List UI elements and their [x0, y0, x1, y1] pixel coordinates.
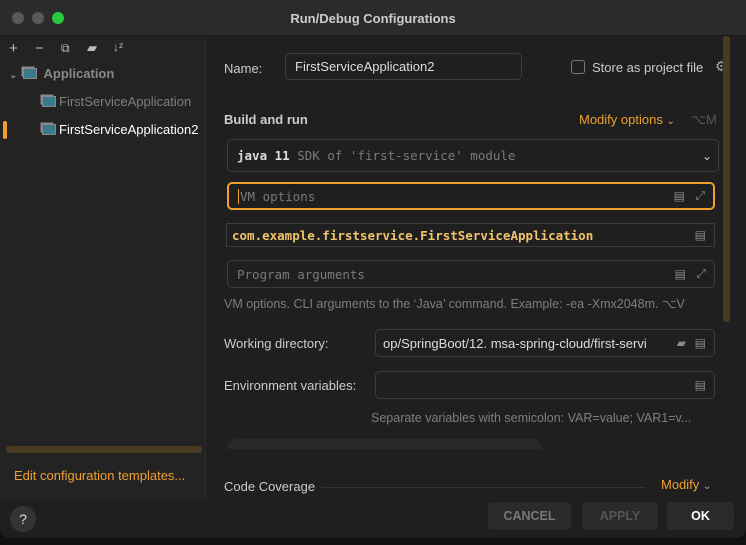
tooltip-remnant — [227, 439, 542, 449]
text-cursor — [238, 188, 239, 204]
document-icon[interactable]: ▤ — [695, 228, 706, 242]
vm-options-placeholder: VM options — [240, 188, 316, 204]
coverage-modify-link[interactable]: Modify ⌄ — [661, 477, 711, 492]
expand-icon[interactable]: ⤢ — [695, 189, 705, 204]
folder-icon[interactable]: ▰ — [677, 336, 686, 350]
tree-group-application[interactable]: ⌄ Application — [0, 61, 206, 87]
application-icon — [23, 68, 38, 79]
horizontal-scrollbar[interactable] — [6, 446, 202, 453]
tree-item[interactable]: FirstServiceApplication — [0, 89, 206, 115]
selection-marker — [3, 121, 7, 139]
chevron-down-icon: ⌄ — [9, 70, 18, 81]
coverage-modify-label: Modify — [661, 477, 700, 492]
environment-variables-label: Environment variables: — [224, 378, 357, 393]
ok-button[interactable]: OK — [667, 502, 734, 530]
section-divider — [321, 487, 645, 488]
working-directory-input[interactable]: op/SpringBoot/12. msa-spring-cloud/first… — [375, 329, 715, 357]
dialog-footer: ? CANCEL APPLY OK — [0, 500, 746, 538]
main-class-value: com.example.firstservice.FirstServiceApp… — [232, 227, 594, 243]
chevron-down-icon: ⌄ — [702, 481, 712, 492]
tree-item-selected[interactable]: FirstServiceApplication2 — [0, 117, 206, 143]
modify-options-link[interactable]: Modify options ⌄ — [579, 112, 675, 127]
program-arguments-input[interactable]: Program arguments ▤ ⤢ — [227, 260, 715, 288]
environment-variables-hint: Separate variables with semicolon: VAR=v… — [371, 411, 692, 425]
document-icon[interactable]: ▤ — [674, 189, 685, 203]
run-debug-dialog: Run/Debug Configurations + − ⧉ ▰ ↓ᶻ ⌄ Ap… — [0, 0, 746, 538]
config-sidebar: + − ⧉ ▰ ↓ᶻ ⌄ Application FirstServiceApp… — [0, 36, 206, 500]
modify-shortcut: ⌥M — [691, 112, 717, 127]
name-label: Name: — [224, 61, 263, 76]
sdk-description: SDK of 'first-service' module — [289, 148, 516, 163]
working-directory-label: Working directory: — [224, 336, 329, 351]
jdk-select[interactable]: java 11 SDK of 'first-service' module ⌄ — [227, 139, 719, 172]
copy-icon[interactable]: ⧉ — [61, 41, 70, 56]
chevron-down-icon: ⌄ — [666, 116, 675, 127]
title-bar: Run/Debug Configurations — [0, 0, 746, 36]
code-coverage-title: Code Coverage — [224, 479, 316, 494]
vertical-scrollbar[interactable] — [723, 36, 730, 322]
new-folder-icon[interactable]: ▰ — [87, 40, 97, 56]
store-project-label[interactable]: Store as project file — [592, 60, 703, 75]
vm-options-hint: VM options. CLI arguments to the ‘Java’ … — [224, 297, 685, 311]
build-run-title: Build and run — [224, 112, 308, 127]
tree-item-label: FirstServiceApplication — [59, 94, 192, 109]
environment-variables-input[interactable]: ▤ — [375, 371, 715, 399]
modify-options-label: Modify options — [579, 112, 663, 127]
tree-item-label: FirstServiceApplication2 — [59, 122, 199, 137]
program-arguments-placeholder: Program arguments — [237, 266, 365, 282]
group-label: Application — [43, 66, 115, 81]
vm-options-input[interactable]: VM options ▤ ⤢ — [227, 182, 715, 210]
main-class-input[interactable]: com.example.firstservice.FirstServiceApp… — [226, 223, 715, 247]
edit-templates-link[interactable]: Edit configuration templates... — [14, 468, 185, 483]
working-directory-value: op/SpringBoot/12. msa-spring-cloud/first… — [383, 335, 647, 351]
name-input[interactable]: FirstServiceApplication2 — [285, 53, 522, 80]
remove-icon[interactable]: − — [35, 40, 44, 57]
chevron-down-icon: ⌄ — [701, 148, 712, 163]
application-icon — [42, 124, 56, 135]
window-title: Run/Debug Configurations — [290, 11, 456, 26]
sort-az-icon[interactable]: ↓ᶻ — [113, 40, 123, 54]
help-button[interactable]: ? — [10, 506, 36, 532]
document-icon[interactable]: ▤ — [675, 267, 686, 281]
add-icon[interactable]: + — [9, 40, 18, 57]
store-project-checkbox[interactable] — [571, 60, 585, 74]
expand-icon[interactable]: ⤢ — [696, 267, 706, 282]
apply-button[interactable]: APPLY — [582, 502, 658, 530]
name-value: FirstServiceApplication2 — [295, 59, 435, 74]
config-form: Name: FirstServiceApplication2 Store as … — [207, 36, 746, 500]
sdk-name: java 11 — [237, 148, 290, 163]
document-icon[interactable]: ▤ — [695, 336, 706, 350]
cancel-button[interactable]: CANCEL — [488, 502, 571, 530]
application-icon — [42, 96, 56, 107]
document-icon[interactable]: ▤ — [695, 378, 706, 392]
